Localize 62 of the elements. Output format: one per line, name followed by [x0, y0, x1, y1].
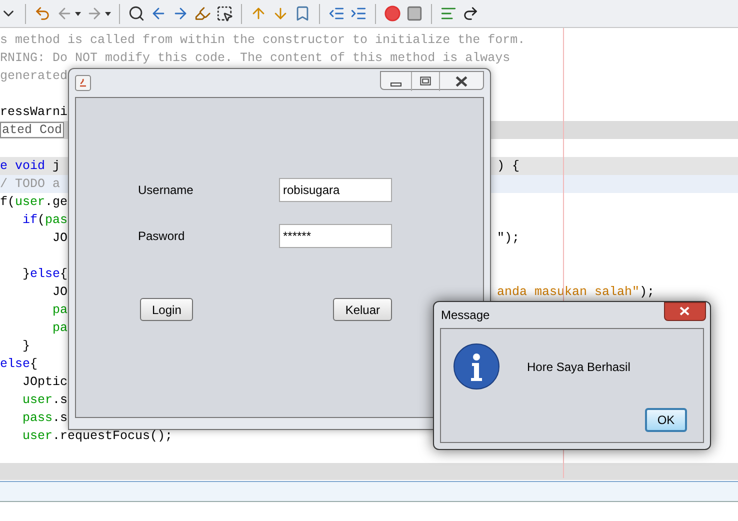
code-text: pa — [52, 321, 68, 335]
find-previous-icon[interactable] — [150, 5, 167, 22]
code-text: / TODO a — [0, 177, 60, 191]
code-text: user — [22, 429, 53, 443]
code-text: .s — [52, 393, 68, 407]
highlight-icon[interactable] — [194, 5, 211, 22]
dialog-title: Message — [441, 307, 490, 324]
code-text: pass — [22, 411, 53, 425]
ok-button[interactable]: OK — [645, 408, 687, 432]
code-text: { — [60, 267, 68, 281]
code-text: ) { — [497, 159, 520, 173]
bookmark-icon[interactable] — [294, 5, 311, 22]
code-text: f( — [0, 195, 16, 209]
code-text: RNING: Do NOT modify this code. The content of this method is always — [0, 51, 510, 65]
shift-left-icon[interactable] — [328, 5, 345, 22]
code-text: } — [22, 267, 30, 281]
arrow-down-icon[interactable] — [272, 5, 289, 22]
scroll-bar[interactable] — [0, 463, 738, 480]
dropdown-caret-icon[interactable] — [105, 12, 111, 16]
info-icon — [453, 343, 500, 390]
exit-button[interactable]: Keluar — [333, 298, 392, 321]
code-text: } — [22, 339, 30, 353]
code-text: JO — [52, 231, 68, 245]
code-text: ); — [640, 285, 655, 299]
code-text: .s — [52, 411, 68, 425]
close-icon[interactable] — [664, 302, 706, 321]
code-text: ( — [38, 213, 46, 227]
code-text: .ge — [45, 195, 68, 209]
code-text: j — [52, 159, 60, 173]
dropdown-caret-icon[interactable] — [75, 12, 81, 16]
record-icon[interactable] — [384, 5, 401, 22]
password-label: Pasword — [138, 228, 185, 245]
search-icon[interactable] — [128, 5, 145, 22]
code-text: generated — [0, 69, 68, 83]
code-text: user — [15, 195, 46, 209]
code-text: s method is called from within the constructor to initialize the form. — [0, 33, 526, 47]
password-field[interactable]: ****** — [279, 224, 392, 248]
shift-right-icon[interactable] — [350, 5, 367, 22]
code-text: JO — [52, 285, 68, 299]
fold-marker[interactable]: ated Cod — [0, 122, 64, 138]
message-text: Hore Saya Berhasil — [527, 358, 630, 376]
stop-icon[interactable] — [406, 5, 423, 22]
code-text: JOptic — [22, 375, 68, 389]
find-next-icon[interactable] — [172, 5, 189, 22]
arrow-up-icon[interactable] — [250, 5, 267, 22]
code-text: else — [30, 267, 60, 281]
login-button[interactable]: Login — [140, 298, 194, 321]
code-text: anda masukan salah" — [497, 285, 640, 299]
username-field[interactable]: robisugara — [279, 178, 392, 202]
code-text: { — [30, 357, 38, 371]
java-icon — [75, 75, 91, 91]
username-label: Username — [138, 182, 194, 199]
code-text: user — [22, 393, 53, 407]
selection-icon[interactable] — [216, 5, 233, 22]
code-text: ressWarni — [0, 105, 68, 119]
code-text: else — [0, 357, 30, 371]
code-text: "); — [497, 231, 520, 245]
code-text: pas — [45, 213, 68, 227]
code-text: pa — [52, 303, 68, 317]
code-text: if — [22, 213, 38, 227]
code-text: e void — [0, 159, 46, 173]
code-text: .requestFocus(); — [52, 429, 173, 443]
